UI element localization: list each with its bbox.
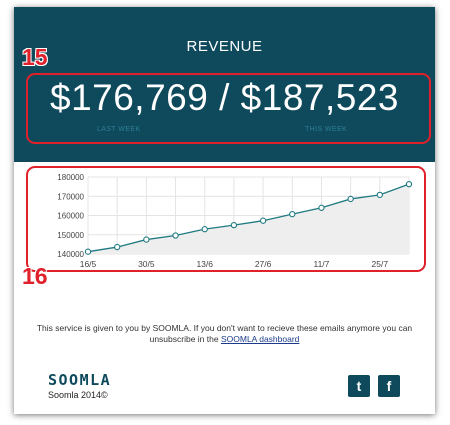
revenue-highlight-box [26, 73, 431, 144]
soomla-dashboard-link[interactable]: SOOMLA dashboard [221, 334, 299, 344]
copyright-text: Soomla 2014© [48, 390, 108, 400]
twitter-icon[interactable]: t [348, 375, 370, 397]
revenue-title: REVENUE [186, 38, 263, 55]
callout-15: 15 [22, 44, 48, 70]
footer-message: This service is given to you by SOOMLA. … [14, 323, 435, 345]
facebook-icon[interactable]: f [378, 375, 400, 397]
chart-highlight-box [26, 166, 426, 272]
callout-16: 16 [22, 263, 48, 289]
soomla-logo[interactable]: SOOMLA [48, 371, 111, 389]
